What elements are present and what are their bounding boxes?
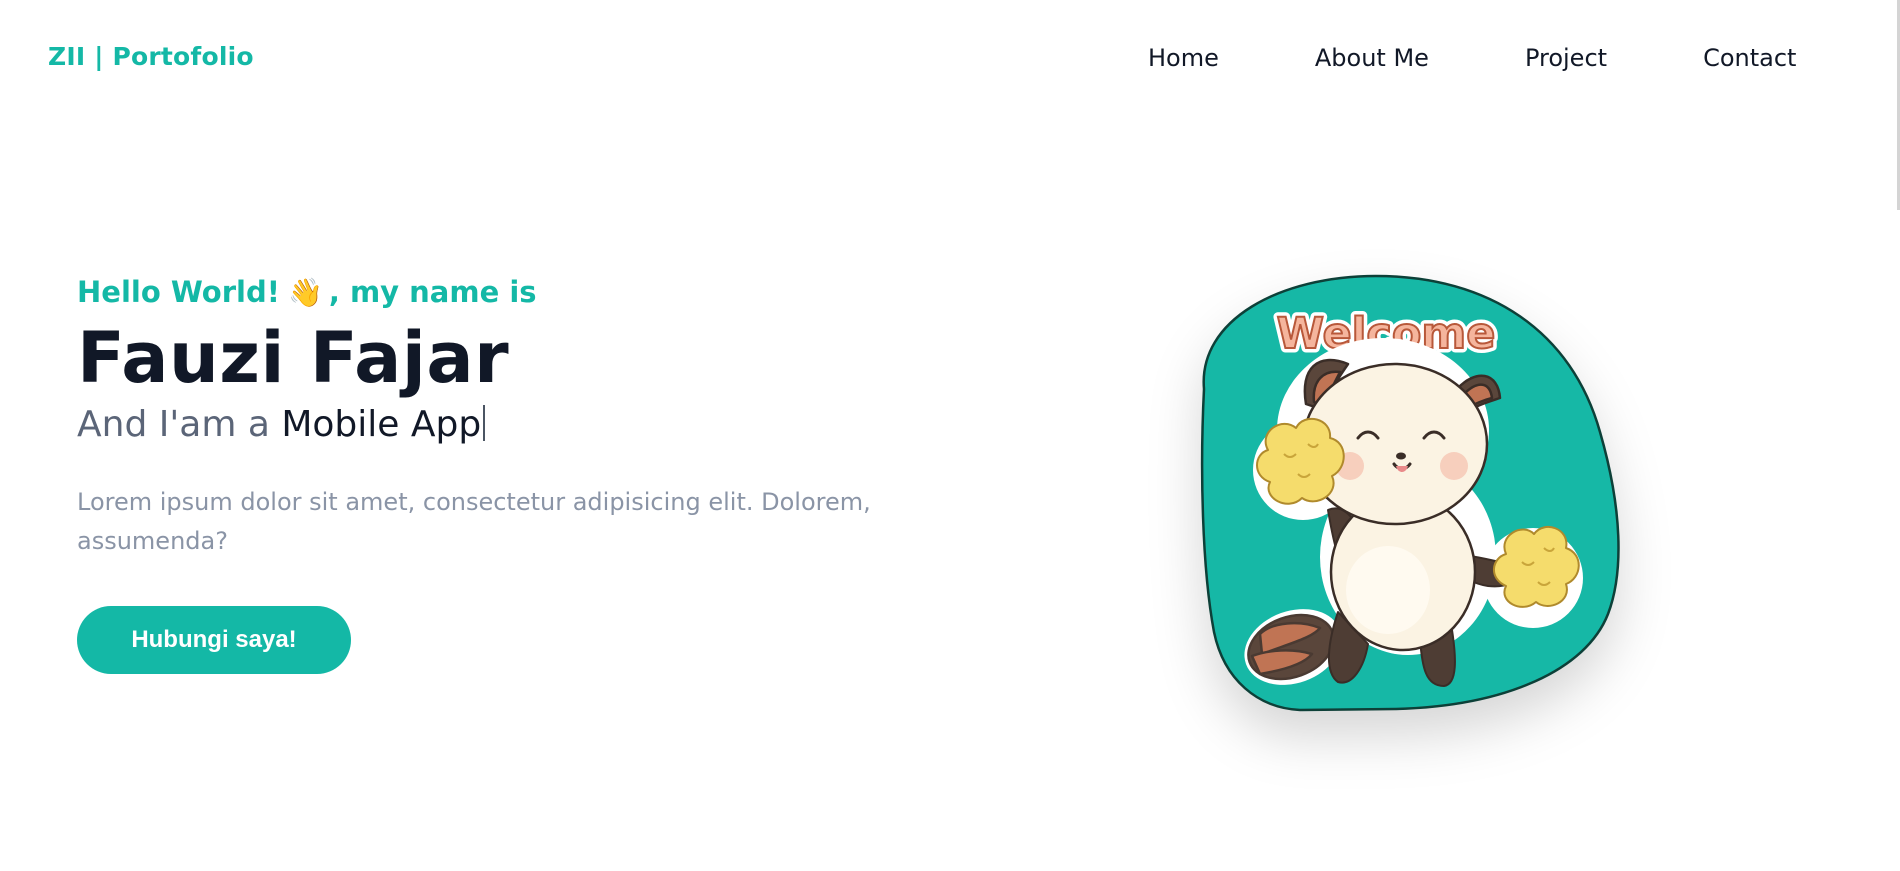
hero-intro: Hello World! 👋, my name is Fauzi Fajar An… [77, 270, 977, 674]
role-prefix: And I'am a [77, 404, 270, 445]
role-line: And I'am a Mobile App [77, 401, 977, 449]
typing-caret [483, 405, 486, 441]
contact-me-button[interactable]: Hubungi saya! [77, 606, 351, 674]
waving-hand-icon: 👋 [287, 276, 323, 309]
page-scrollbar[interactable] [1894, 0, 1900, 210]
brand-logo[interactable]: ZII | Portofolio [48, 42, 254, 71]
greeting-prefix: Hello World! [77, 275, 280, 309]
nav-link-project[interactable]: Project [1525, 44, 1607, 72]
nav-link-contact[interactable]: Contact [1703, 44, 1796, 72]
welcome-sticker-image: Welcome Welcome [1200, 274, 1620, 712]
welcome-illustration: Welcome Welcome [1188, 272, 1632, 714]
greeting-line: Hello World! 👋, my name is [77, 270, 977, 315]
main-nav: Home About Me Project Contact [1148, 44, 1796, 72]
greeting-suffix: , my name is [328, 275, 537, 309]
top-navigation: ZII | Portofolio Home About Me Project C… [0, 0, 1900, 118]
nav-link-home[interactable]: Home [1148, 44, 1219, 72]
pom-pom-right [1493, 525, 1580, 608]
nav-link-about-me[interactable]: About Me [1315, 44, 1429, 72]
hero-name: Fauzi Fajar [77, 317, 510, 399]
hero-description: Lorem ipsum dolor sit amet, consectetur … [77, 488, 871, 555]
typed-role: Mobile App [281, 404, 482, 445]
